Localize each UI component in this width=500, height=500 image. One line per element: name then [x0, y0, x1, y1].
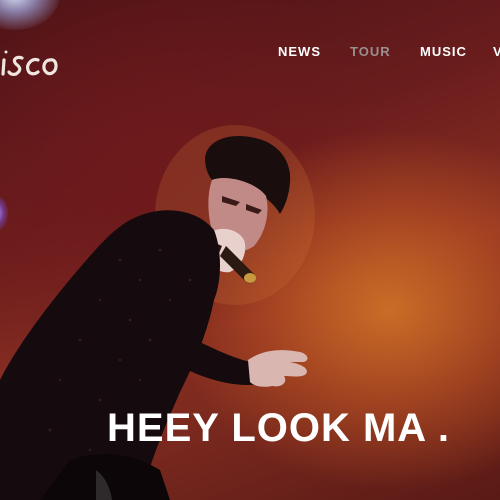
- nav-item-music[interactable]: MUSIC: [420, 44, 467, 59]
- nav-item-tour[interactable]: TOUR: [350, 44, 391, 59]
- nav-item-video[interactable]: V: [493, 44, 500, 59]
- main-navigation: NEWS TOUR MUSIC V: [0, 44, 500, 64]
- hero-headline: HEEY LOOK MA .: [107, 406, 450, 450]
- nav-item-news[interactable]: NEWS: [278, 44, 321, 59]
- hero-stage: isco NEWS TOUR MUSIC V HEEY LOOK MA .: [0, 0, 500, 500]
